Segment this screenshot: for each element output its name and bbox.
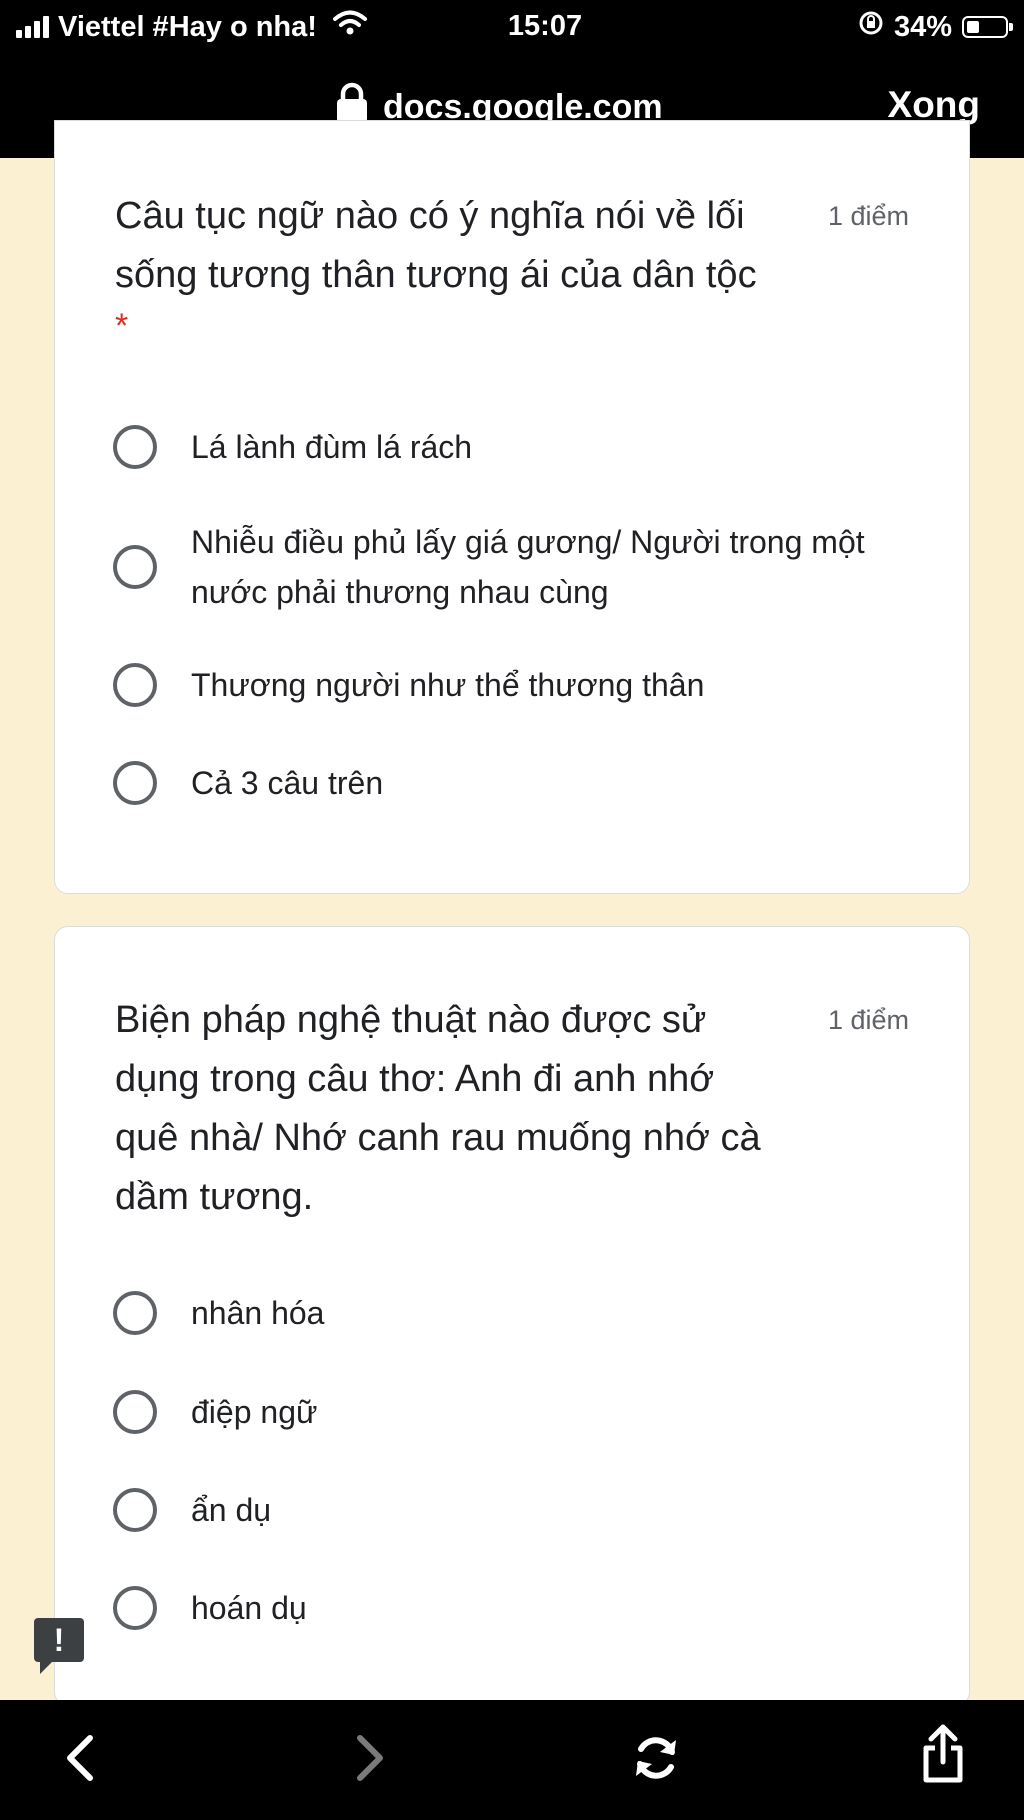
radio-option[interactable]: nhân hóa	[113, 1288, 893, 1338]
option-label: điệp ngữ	[191, 1394, 318, 1430]
radio-option[interactable]: điệp ngữ	[113, 1387, 893, 1437]
battery-fill	[967, 21, 979, 33]
battery-percent: 34%	[893, 10, 952, 43]
option-label: Thương người như thể thương thân	[191, 667, 705, 703]
forward-icon[interactable]	[350, 1730, 390, 1791]
browser-toolbar	[0, 1700, 1024, 1820]
refresh-icon[interactable]	[628, 1730, 684, 1791]
radio-button[interactable]	[113, 761, 157, 805]
orientation-lock-icon	[858, 10, 884, 44]
radio-option[interactable]: ẩn dụ	[113, 1485, 893, 1535]
radio-option[interactable]: hoán dụ	[113, 1583, 893, 1633]
option-label: Lá lành đùm lá rách	[191, 429, 473, 465]
option-label: hoán dụ	[191, 1590, 307, 1626]
radio-button[interactable]	[113, 545, 157, 589]
radio-button[interactable]	[113, 1291, 157, 1335]
radio-option[interactable]: Thương người như thể thương thân	[113, 660, 893, 710]
option-label: ẩn dụ	[191, 1492, 272, 1528]
option-label: Nhiễu điều phủ lấy giá gương/ Người tron…	[191, 524, 865, 610]
radio-button[interactable]	[113, 663, 157, 707]
question-card: Biện pháp nghệ thuật nào được sử dụng tr…	[54, 926, 970, 1706]
radio-button[interactable]	[113, 1488, 157, 1532]
radio-button[interactable]	[113, 1586, 157, 1630]
back-icon[interactable]	[60, 1730, 100, 1791]
radio-option[interactable]: Cả 3 câu trên	[113, 758, 893, 808]
question-title: Biện pháp nghệ thuật nào được sử dụng tr…	[115, 999, 761, 1218]
radio-button[interactable]	[113, 1390, 157, 1434]
option-label: Cả 3 câu trên	[191, 765, 384, 801]
radio-option[interactable]: Nhiễu điều phủ lấy giá gương/ Người tron…	[113, 517, 893, 617]
required-asterisk: *	[115, 307, 129, 345]
option-label: nhân hóa	[191, 1295, 325, 1331]
question-points: 1 điểm	[827, 1005, 909, 1035]
question-title: Câu tục ngữ nào có ý nghĩa nói về lối số…	[115, 195, 757, 296]
question-card: Câu tục ngữ nào có ý nghĩa nói về lối số…	[54, 120, 970, 894]
battery-icon	[962, 16, 1013, 38]
radio-option[interactable]: Lá lành đùm lá rách	[113, 422, 893, 472]
question-points: 1 điểm	[827, 201, 909, 231]
radio-button[interactable]	[113, 425, 157, 469]
status-bar: Viettel #Hay o nha! 15:07 34%	[0, 0, 1024, 54]
share-icon[interactable]	[918, 1722, 968, 1791]
feedback-icon[interactable]: !	[34, 1618, 84, 1674]
